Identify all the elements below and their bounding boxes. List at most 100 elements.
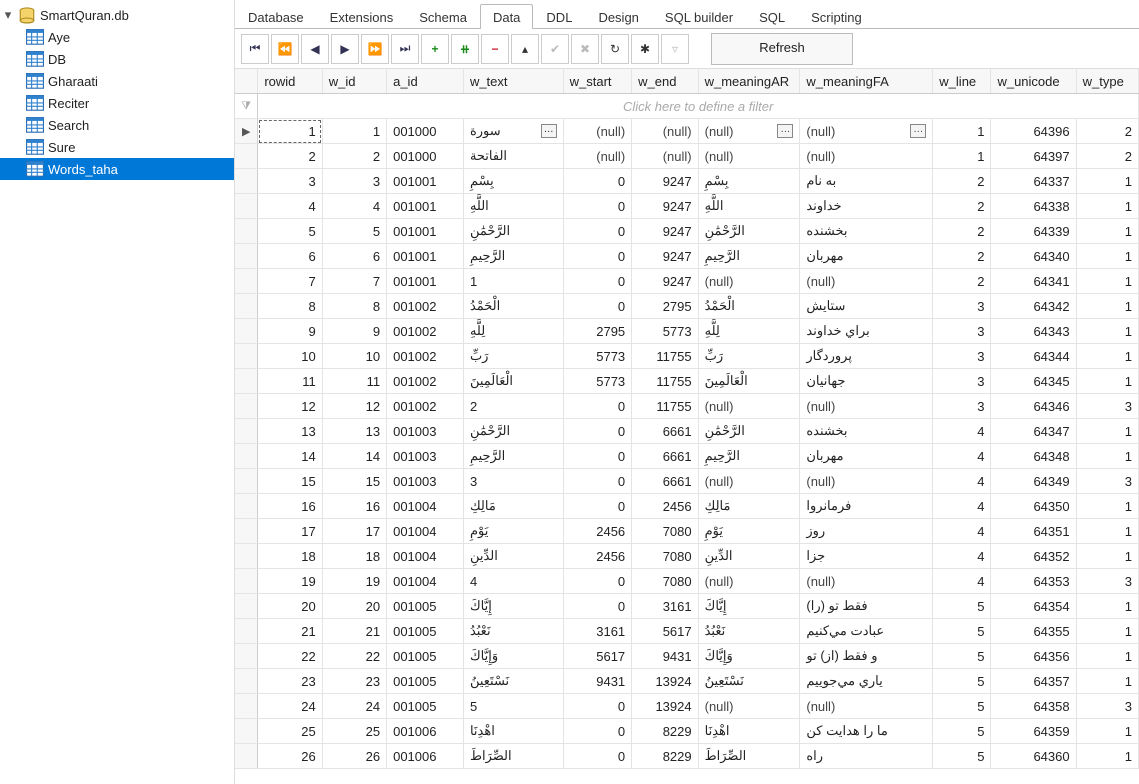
post-edit-button[interactable]: ✔ xyxy=(541,34,569,64)
cell-w_id[interactable]: 2 xyxy=(322,144,386,169)
cell-w_id[interactable]: 23 xyxy=(322,669,386,694)
table-row[interactable]: 44001001اللَّهِ09247اللَّهِخداوند2643381 xyxy=(235,194,1139,219)
cell-a_id[interactable]: 001003 xyxy=(387,469,464,494)
cell-w_type[interactable]: 1 xyxy=(1076,319,1138,344)
cell-w_start[interactable]: 5617 xyxy=(563,644,632,669)
cell-rowid[interactable]: 17 xyxy=(258,519,322,544)
cell-w_meaningFA[interactable]: فرمانروا xyxy=(800,494,933,519)
refresh-button[interactable]: Refresh xyxy=(711,33,853,65)
cell-w_text[interactable]: وَإِيَّاكَ xyxy=(463,644,563,669)
cell-w_start[interactable]: 9431 xyxy=(563,669,632,694)
cell-w_start[interactable]: 0 xyxy=(563,294,632,319)
cell-rowid[interactable]: 26 xyxy=(258,744,322,769)
table-row[interactable]: 1818001004الدِّينِ24567080الدِّينِجزا464… xyxy=(235,544,1139,569)
cell-rowid[interactable]: 8 xyxy=(258,294,322,319)
tab-ddl[interactable]: DDL xyxy=(533,4,585,29)
cell-w_text[interactable]: سورة… xyxy=(463,119,563,144)
cell-w_text[interactable]: بِسْمِ xyxy=(463,169,563,194)
cell-w_meaningAR[interactable]: لِلَّهِ xyxy=(698,319,800,344)
cell-a_id[interactable]: 001005 xyxy=(387,669,464,694)
cell-w_unicode[interactable]: 64344 xyxy=(991,344,1076,369)
cell-w_line[interactable]: 4 xyxy=(933,469,991,494)
cell-w_type[interactable]: 1 xyxy=(1076,744,1138,769)
db-tree-root[interactable]: ▾ SmartQuran.db xyxy=(0,4,234,26)
cell-w_meaningFA[interactable]: ما را هدايت كن xyxy=(800,719,933,744)
cell-w_meaningFA[interactable]: (null) xyxy=(800,144,933,169)
cell-w_meaningAR[interactable]: الْحَمْدُ xyxy=(698,294,800,319)
insert-row-button[interactable]: + xyxy=(421,34,449,64)
cell-w_unicode[interactable]: 64396 xyxy=(991,119,1076,144)
cell-w_line[interactable]: 4 xyxy=(933,494,991,519)
cell-w_start[interactable]: 2795 xyxy=(563,319,632,344)
cell-w_line[interactable]: 3 xyxy=(933,319,991,344)
cell-w_end[interactable]: 2456 xyxy=(632,494,698,519)
cell-w_text[interactable]: الرَّحْمَٰنِ xyxy=(463,419,563,444)
cell-rowid[interactable]: 7 xyxy=(258,269,322,294)
table-row[interactable]: ▶11001000سورة…(null)(null)(null)…(null)…… xyxy=(235,119,1139,144)
cell-a_id[interactable]: 001002 xyxy=(387,394,464,419)
cell-w_unicode[interactable]: 64340 xyxy=(991,244,1076,269)
cell-w_end[interactable]: 9247 xyxy=(632,219,698,244)
cell-w_line[interactable]: 5 xyxy=(933,594,991,619)
cell-a_id[interactable]: 001005 xyxy=(387,619,464,644)
cell-w_text[interactable]: الرَّحِيمِ xyxy=(463,244,563,269)
cell-w_start[interactable]: 0 xyxy=(563,394,632,419)
cell-w_type[interactable]: 3 xyxy=(1076,694,1138,719)
cell-w_text[interactable]: اهْدِنَا xyxy=(463,719,563,744)
cell-w_unicode[interactable]: 64346 xyxy=(991,394,1076,419)
cell-w_meaningAR[interactable]: الرَّحِيمِ xyxy=(698,244,800,269)
cell-w_start[interactable]: 2456 xyxy=(563,544,632,569)
cell-rowid[interactable]: 23 xyxy=(258,669,322,694)
cell-w_type[interactable]: 1 xyxy=(1076,594,1138,619)
cell-w_id[interactable]: 15 xyxy=(322,469,386,494)
cell-w_unicode[interactable]: 64341 xyxy=(991,269,1076,294)
cell-w_end[interactable]: 9247 xyxy=(632,269,698,294)
cell-w_line[interactable]: 3 xyxy=(933,394,991,419)
cell-a_id[interactable]: 001004 xyxy=(387,519,464,544)
col-header-rowid[interactable]: rowid xyxy=(258,69,322,94)
tab-data[interactable]: Data xyxy=(480,4,533,29)
cancel-edit-button[interactable]: ✖ xyxy=(571,34,599,64)
cell-w_line[interactable]: 4 xyxy=(933,419,991,444)
cell-w_unicode[interactable]: 64354 xyxy=(991,594,1076,619)
data-grid[interactable]: rowidw_ida_idw_textw_startw_endw_meaning… xyxy=(235,69,1139,784)
cell-w_type[interactable]: 3 xyxy=(1076,569,1138,594)
col-header-w_start[interactable]: w_start xyxy=(563,69,632,94)
cell-a_id[interactable]: 001003 xyxy=(387,444,464,469)
cell-w_text[interactable]: يَوْمِ xyxy=(463,519,563,544)
cell-w_type[interactable]: 1 xyxy=(1076,519,1138,544)
cell-w_end[interactable]: 5617 xyxy=(632,619,698,644)
cell-w_end[interactable]: 8229 xyxy=(632,719,698,744)
cell-w_unicode[interactable]: 64347 xyxy=(991,419,1076,444)
cell-w_meaningFA[interactable]: ستايش xyxy=(800,294,933,319)
cell-a_id[interactable]: 001002 xyxy=(387,294,464,319)
cell-a_id[interactable]: 001006 xyxy=(387,744,464,769)
cell-w_meaningFA[interactable]: مهربان xyxy=(800,444,933,469)
cell-w_end[interactable]: 9431 xyxy=(632,644,698,669)
cell-a_id[interactable]: 001005 xyxy=(387,694,464,719)
cell-w_meaningAR[interactable]: (null) xyxy=(698,394,800,419)
cell-w_start[interactable]: 0 xyxy=(563,744,632,769)
cell-rowid[interactable]: 24 xyxy=(258,694,322,719)
cell-w_end[interactable]: 11755 xyxy=(632,344,698,369)
cell-w_id[interactable]: 21 xyxy=(322,619,386,644)
cell-rowid[interactable]: 13 xyxy=(258,419,322,444)
cell-w_meaningAR[interactable]: (null)… xyxy=(698,119,800,144)
cell-w_meaningAR[interactable]: الرَّحِيمِ xyxy=(698,444,800,469)
cell-w_line[interactable]: 5 xyxy=(933,644,991,669)
cell-w_meaningAR[interactable]: الرَّحْمَٰنِ xyxy=(698,219,800,244)
cell-w_text[interactable]: الْحَمْدُ xyxy=(463,294,563,319)
cell-w_type[interactable]: 3 xyxy=(1076,469,1138,494)
cell-w_end[interactable]: 7080 xyxy=(632,544,698,569)
cell-w_line[interactable]: 2 xyxy=(933,169,991,194)
cell-w_text[interactable]: 1 xyxy=(463,269,563,294)
cell-w_id[interactable]: 18 xyxy=(322,544,386,569)
cell-w_id[interactable]: 7 xyxy=(322,269,386,294)
cell-w_meaningAR[interactable]: بِسْمِ xyxy=(698,169,800,194)
cell-w_meaningAR[interactable]: إِيَّاكَ xyxy=(698,594,800,619)
col-header-w_type[interactable]: w_type xyxy=(1076,69,1138,94)
cell-w_text[interactable]: لِلَّهِ xyxy=(463,319,563,344)
col-header-w_meaningFA[interactable]: w_meaningFA xyxy=(800,69,933,94)
cell-w_meaningAR[interactable]: اهْدِنَا xyxy=(698,719,800,744)
cell-a_id[interactable]: 001005 xyxy=(387,594,464,619)
